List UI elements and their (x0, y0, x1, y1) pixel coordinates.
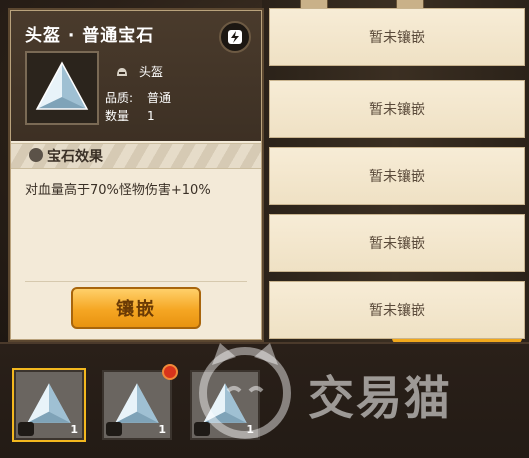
quality-label: 品质: (105, 91, 134, 105)
helmet-icon (18, 422, 34, 436)
quality-value: 普通 (147, 91, 172, 105)
slot-type-row: 头盔 (115, 63, 163, 80)
socket-slot[interactable]: 暂未镶嵌 (269, 147, 525, 205)
gem-preview (25, 51, 99, 125)
notification-badge (162, 364, 178, 380)
cat-watermark-icon (199, 343, 291, 439)
count-label: 数量 (105, 109, 130, 123)
socket-slot[interactable]: 暂未镶嵌 (269, 214, 525, 272)
effect-bullet-icon (29, 148, 43, 162)
count-value: 1 (147, 109, 155, 123)
lightning-icon (228, 30, 242, 44)
inventory-gem-item[interactable]: 1 (102, 370, 172, 440)
socket-slot[interactable]: 暂未镶嵌 (269, 281, 525, 339)
socket-slot[interactable]: 暂未镶嵌 (269, 8, 525, 66)
watermark-text: 交易猫 (308, 371, 452, 425)
gem-title: 头盔 · 普通宝石 (25, 26, 155, 46)
item-count: 1 (158, 423, 166, 436)
gem-info-panel: 头盔 · 普通宝石 头盔 品质: 普通 数量 1 宝石效果 对血量高于70%怪物伤害… (10, 10, 262, 340)
inlay-button[interactable]: 镶嵌 (71, 287, 201, 329)
close-button[interactable] (219, 21, 251, 53)
item-count: 1 (70, 423, 78, 436)
helmet-icon (117, 68, 127, 76)
boot-icon (106, 422, 122, 436)
socket-slot-list: 暂未镶嵌 暂未镶嵌 暂未镶嵌 暂未镶嵌 暂未镶嵌 (269, 0, 525, 342)
slot-type-label: 头盔 (139, 65, 164, 79)
quality-row: 品质: 普通 (105, 89, 171, 106)
effect-description: 对血量高于70%怪物伤害+10% (25, 183, 211, 198)
count-row: 数量 1 (105, 107, 155, 124)
divider (25, 281, 247, 282)
socket-slot[interactable]: 暂未镶嵌 (269, 80, 525, 138)
effect-title: 宝石效果 (47, 149, 103, 165)
inventory-gem-item[interactable]: 1 (14, 370, 84, 440)
diamond-gem-icon (35, 61, 89, 110)
